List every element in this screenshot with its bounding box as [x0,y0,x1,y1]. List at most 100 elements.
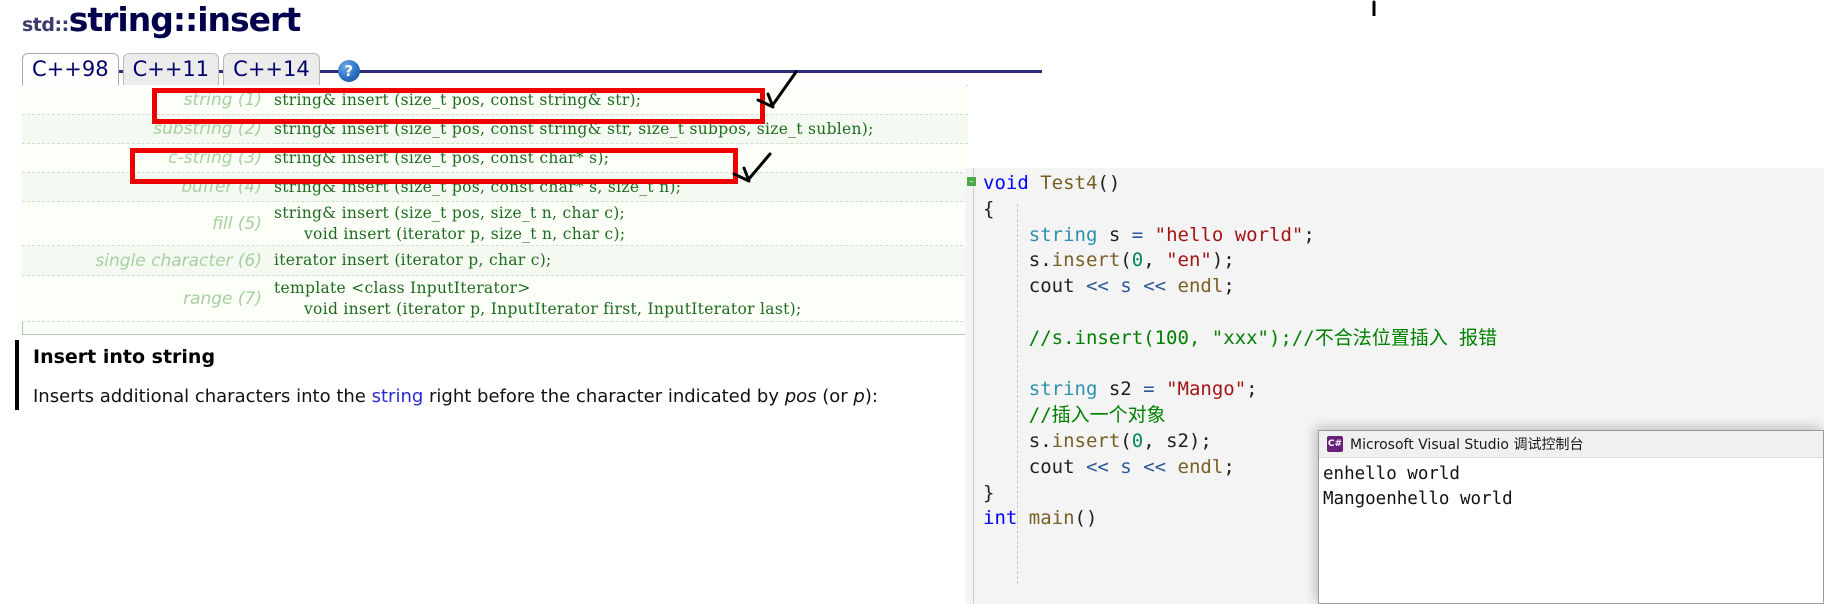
code-token: } [983,481,995,504]
code-token: void [983,172,1041,194]
code-token: () [1097,172,1121,194]
description-text-3: (or [816,386,854,407]
cplusplus-reference-page: std::string::insert C++98 C++11 C++14 ? … [0,0,1376,604]
code-line: void Test4() [983,171,1497,197]
signature-code: iterator insert (iterator p, char c); [274,251,552,269]
code-token: << [1085,275,1109,298]
code-token: cout [983,455,1086,478]
code-token: //s.insert(100, "xxx");//不合法位置插入 报错 [983,326,1498,349]
signature-label: string (1) [183,90,262,110]
signature-code: string& insert (size_t pos, const string… [274,119,874,138]
editor-gutter [965,168,974,604]
code-token: ( [1120,249,1132,272]
code-token: = [1131,223,1144,246]
description-em-pos: pos [784,386,817,407]
code-token: "Mango" [1166,378,1247,401]
code-token: string [1028,378,1098,401]
code-token: cout [983,275,1086,298]
description-heading: Insert into string [33,346,216,368]
table-row: buffer (4) string& insert (size_t pos, c… [22,173,968,202]
code-token: int [983,507,1018,530]
code-token: s [1097,223,1132,246]
table-row: substring (2) string& insert (size_t pos… [22,115,968,144]
description-em-p: p [853,386,865,407]
code-token: ( [1120,429,1132,452]
code-token: s [1120,455,1132,478]
code-token: endl [1177,455,1224,478]
code-line: cout << s << endl; [983,274,1497,300]
code-token: insert [1051,249,1121,272]
signature-code: string& insert (size_t pos, const char* … [274,177,682,196]
code-token: ; [1303,223,1315,246]
table-row: range (7) template <class InputIterator>… [22,276,968,322]
code-token: 0 [1131,429,1144,452]
code-token: = [1143,378,1155,401]
code-line: //插入一个对象 [983,403,1497,429]
visual-studio-icon: C# [1327,436,1343,452]
code-token: Test4 [1040,172,1098,194]
annotation-stray-mark [1372,0,1376,16]
code-token: , [1143,249,1167,272]
code-line: string s = "hello world"; [983,223,1497,249]
code-line: string s2 = "Mango"; [983,377,1497,403]
description-block: Insert into string Inserts additional ch… [15,340,965,410]
console-output: enhello world Mangoenhello world [1319,458,1823,512]
code-token: 0 [1131,249,1144,272]
description-link-string[interactable]: string [372,386,424,407]
code-line: { [983,197,1497,223]
debug-console-window[interactable]: C# Microsoft Visual Studio 调试控制台 enhello… [1318,430,1824,604]
code-token: , s2); [1143,429,1212,452]
code-token: endl [1177,275,1224,298]
page-title: std::string::insert [22,0,301,39]
code-token: s. [983,429,1052,452]
description-paragraph: Inserts additional characters into the s… [33,384,965,410]
code-token: ; [1223,455,1235,478]
code-token: insert [1051,429,1121,452]
signature-code: string& insert (size_t pos, size_t n, ch… [274,203,968,245]
tab-cpp11[interactable]: C++11 [122,53,220,85]
tab-cpp98[interactable]: C++98 [22,53,119,85]
code-token: s2 [1097,378,1144,401]
signature-label: buffer (4) [181,177,262,197]
console-title-bar: C# Microsoft Visual Studio 调试控制台 [1319,431,1823,458]
code-token: //插入一个对象 [983,404,1166,427]
signature-code: template <class InputIterator> void inser… [274,278,968,320]
code-token: { [983,197,995,220]
signature-label: c-string (3) [168,148,262,168]
help-icon[interactable]: ? [337,60,360,82]
code-token: "hello world" [1154,223,1304,246]
code-token: s [1120,275,1132,298]
code-token: ; [1246,378,1258,401]
table-row: fill (5) string& insert (size_t pos, siz… [22,202,968,246]
code-token: << [1143,275,1167,298]
signature-code-line2: void insert (iterator p, size_t n, char … [304,224,626,243]
signature-label: single character (6) [95,250,262,271]
code-token: () [1074,507,1098,530]
tab-bar: C++98 C++11 C++14 ? [22,51,360,85]
description-text-1: Inserts additional characters into the [33,386,372,407]
signature-code-line2: void insert (iterator p, InputIterator f… [304,299,802,318]
collapse-region-icon[interactable]: − [967,177,976,186]
code-token: string [1028,223,1098,246]
description-text-4: ): [864,386,878,407]
page-title-namespace: std:: [22,14,69,36]
signature-code-line1: template <class InputIterator> [274,278,531,297]
table-row: string (1) string& insert (size_t pos, c… [22,86,968,115]
code-line: s.insert(0, "en"); [983,248,1497,274]
table-row: c-string (3) string& insert (size_t pos,… [22,144,968,173]
code-token: << [1085,455,1109,478]
signature-label: fill (5) [212,213,262,234]
tab-cpp14[interactable]: C++14 [223,53,320,85]
page-title-name: string::insert [68,0,301,39]
